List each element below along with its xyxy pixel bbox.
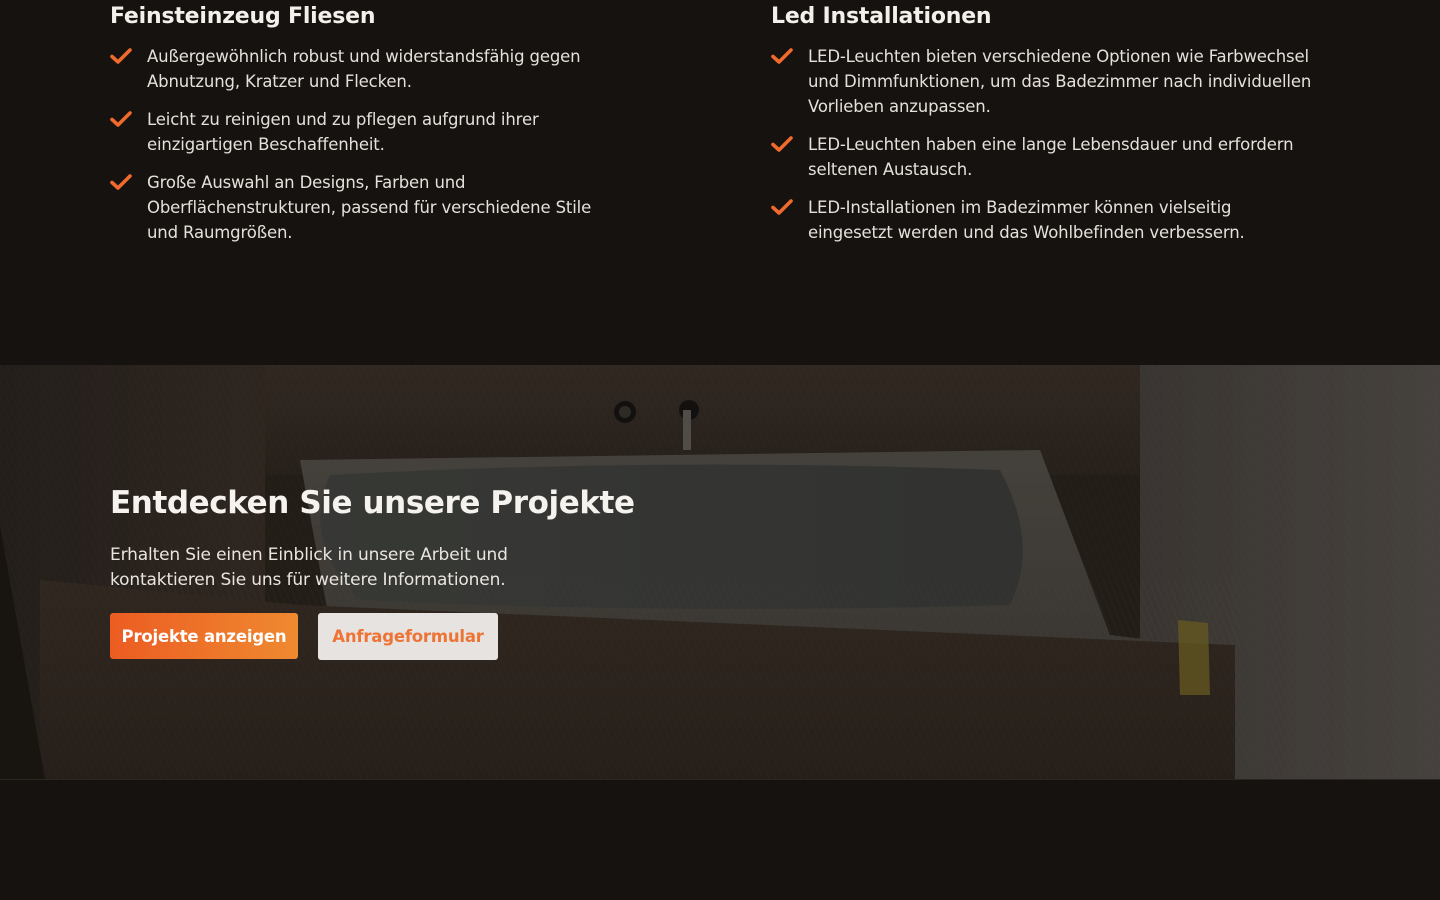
list-item-line: Vorlieben anzupassen. — [808, 97, 991, 116]
cta-buttons: Projekte anzeigen Anfrageformular — [110, 613, 670, 660]
request-form-button[interactable]: Anfrageformular — [318, 613, 498, 660]
list-item-line: Abnutzung, Kratzer und Flecken. — [147, 72, 412, 91]
list-item-line: Außergewöhnlich robust und widerstandsfä… — [147, 47, 581, 66]
list-item-line: seltenen Austausch. — [808, 160, 973, 179]
check-icon — [771, 199, 793, 215]
cta-title: Entdecken Sie unsere Projekte — [110, 485, 635, 521]
cta-description: Erhalten Sie einen Einblick in unsere Ar… — [110, 543, 530, 593]
projects-cta-section: Entdecken Sie unsere Projekte Erhalten S… — [0, 365, 1440, 779]
list-item: Außergewöhnlich robust und widerstandsfä… — [110, 44, 630, 94]
list-item-line: LED-Installationen im Badezimmer können … — [808, 198, 1232, 217]
feature-list: Außergewöhnlich robust und widerstandsfä… — [110, 44, 630, 245]
list-item-line: Große Auswahl an Designs, Farben und — [147, 173, 466, 192]
list-item: Leicht zu reinigen und zu pflegen aufgru… — [110, 107, 630, 157]
list-item: LED-Leuchten haben eine lange Lebensdaue… — [771, 132, 1351, 182]
list-item-line: einzigartigen Beschaffenheit. — [147, 135, 385, 154]
cta-description-line: kontaktieren Sie uns für weitere Informa… — [110, 570, 506, 590]
cta-content: Entdecken Sie unsere Projekte Erhalten S… — [110, 483, 670, 660]
list-item-line: LED-Leuchten haben eine lange Lebensdaue… — [808, 135, 1294, 154]
check-icon — [110, 111, 132, 127]
cta-description-line: Erhalten Sie einen Einblick in unsere Ar… — [110, 545, 508, 565]
list-item: LED-Leuchten bieten verschiedene Optione… — [771, 44, 1351, 119]
list-item: LED-Installationen im Badezimmer können … — [771, 195, 1351, 245]
feature-title: Led Installationen — [771, 4, 992, 29]
feature-column-tiles: Feinsteinzeug Fliesen Außergewöhnlich ro… — [110, 2, 630, 258]
features-section: Feinsteinzeug Fliesen Außergewöhnlich ro… — [0, 0, 1440, 365]
check-icon — [771, 136, 793, 152]
list-item-line: eingesetzt werden und das Wohlbefinden v… — [808, 223, 1245, 242]
list-item-line: LED-Leuchten bieten verschiedene Optione… — [808, 47, 1309, 66]
list-item: Große Auswahl an Designs, Farben und Obe… — [110, 170, 630, 245]
list-item-line: und Raumgrößen. — [147, 223, 293, 242]
feature-list: LED-Leuchten bieten verschiedene Optione… — [771, 44, 1351, 245]
check-icon — [110, 174, 132, 190]
feature-column-led: Led Installationen LED-Leuchten bieten v… — [771, 2, 1351, 258]
section-divider — [0, 779, 1440, 780]
check-icon — [110, 48, 132, 64]
feature-title: Feinsteinzeug Fliesen — [110, 4, 376, 29]
list-item-line: Leicht zu reinigen und zu pflegen aufgru… — [147, 110, 539, 129]
list-item-line: Oberflächenstrukturen, passend für versc… — [147, 198, 592, 217]
check-icon — [771, 48, 793, 64]
list-item-line: und Dimmfunktionen, um das Badezimmer na… — [808, 72, 1312, 91]
show-projects-button[interactable]: Projekte anzeigen — [110, 613, 298, 659]
